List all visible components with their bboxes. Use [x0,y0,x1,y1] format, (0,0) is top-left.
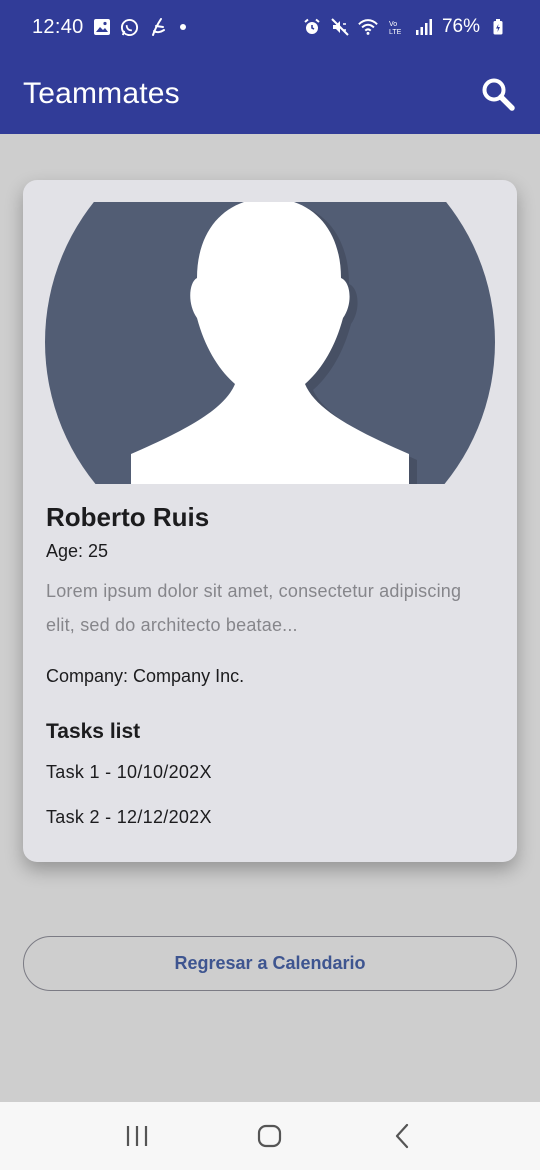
status-bar: 12:40 Vo LTE 76% [0,0,540,54]
signal-icon [414,17,434,37]
task-item: Task 1 - 10/10/202X [46,762,212,782]
search-icon [482,78,515,111]
mute-icon [330,17,350,37]
app-icon [148,17,168,37]
alarm-icon [302,17,322,37]
app-bar: Teammates [0,54,540,134]
page-title: Teammates [23,77,180,110]
tasks-heading: Tasks list [46,720,141,743]
recents-icon [126,1126,147,1146]
home-icon [257,1124,282,1148]
teammate-company: Company: Company Inc. [46,666,245,686]
recents-button[interactable] [107,1111,167,1161]
teammate-name: Roberto Ruis [46,502,210,532]
status-right: Vo LTE 76% [302,16,508,38]
teammate-description: Lorem ipsum dolor sit amet, consectetur … [46,581,462,635]
back-icon [396,1123,409,1149]
task-item: Task 2 - 12/12/202X [46,807,212,827]
battery-percent: 76% [441,16,480,37]
svg-text:Vo: Vo [389,21,397,28]
volte-icon: Vo LTE [386,17,406,37]
status-left: 12:40 [32,16,186,39]
search-button[interactable] [478,74,518,114]
wifi-icon [358,17,378,37]
home-button[interactable] [240,1111,300,1161]
svg-text:LTE: LTE [389,29,402,36]
gallery-icon [92,17,112,37]
teammate-card: Roberto Ruis Age: 25 Lorem ipsum dolor s… [23,180,517,862]
back-to-calendar-button[interactable]: Regresar a Calendario [23,936,517,991]
battery-icon [488,17,508,37]
whatsapp-icon [120,17,140,37]
teammate-detail-screen: 12:40 Vo LTE 76% Teammates Roberto Ruis … [0,0,540,1170]
teammate-age: Age: 25 [46,541,109,561]
system-nav-bar [0,1102,540,1170]
status-time: 12:40 [32,15,84,38]
dot-icon [179,24,186,30]
back-button[interactable] [373,1111,433,1161]
person-avatar-icon [45,202,495,484]
